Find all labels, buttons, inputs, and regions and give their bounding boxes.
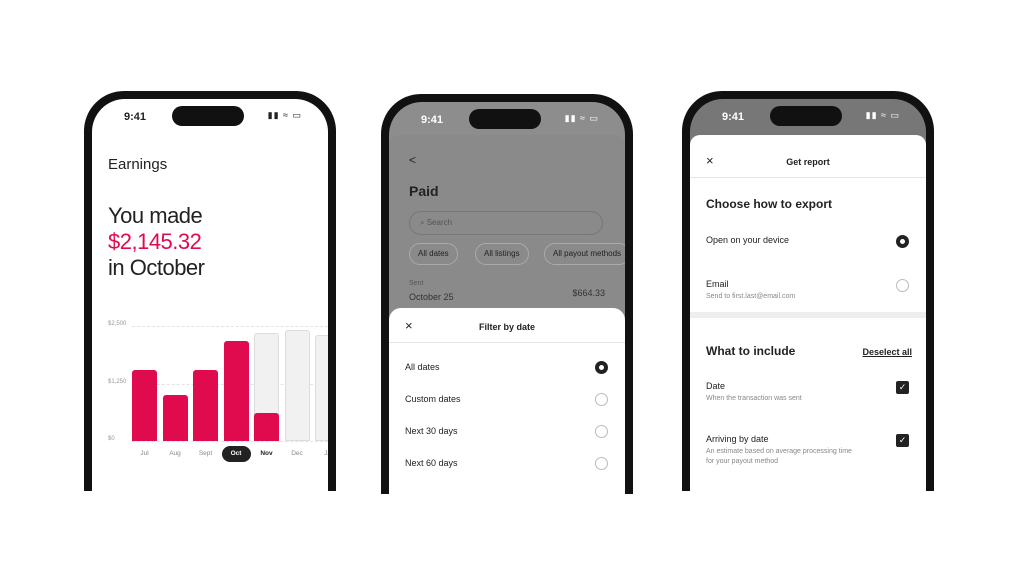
dynamic-island: [469, 109, 541, 129]
bar-column[interactable]: [162, 313, 188, 441]
include-arriving-desc2: for your payout method: [706, 458, 778, 465]
include-date-desc: When the transaction was sent: [706, 395, 802, 402]
filter-radio[interactable]: [595, 425, 608, 438]
chip-all-listings[interactable]: All listings: [475, 243, 529, 265]
section-divider: [690, 312, 926, 318]
filter-sheet: × Filter by date All dates Custom dates Ne…: [389, 308, 625, 494]
email-address: Send to first.last@email.com: [706, 293, 796, 300]
sheet-title: Get report: [786, 157, 830, 167]
x-tick-label[interactable]: Jul: [130, 446, 159, 462]
row-label: Sent: [409, 280, 424, 287]
chip-payout-methods[interactable]: All payout methods: [544, 243, 625, 265]
earnings-bar: [132, 369, 157, 441]
status-icons: ▮▮ ≈ ▭: [564, 113, 599, 123]
headline-month: in October: [108, 255, 205, 280]
status-time: 9:41: [124, 111, 147, 123]
y-tick-label: $0: [108, 436, 115, 442]
filter-option[interactable]: Custom dates: [405, 394, 461, 404]
include-arriving-desc: An estimate based on average processing …: [706, 448, 852, 455]
filter-radio[interactable]: [595, 361, 608, 374]
radio-open-device[interactable]: [896, 235, 909, 248]
bar-column[interactable]: [223, 313, 249, 441]
bar-column[interactable]: [193, 313, 218, 441]
status-icons: ▮▮ ≈ ▭: [865, 110, 900, 120]
earnings-bar: [193, 369, 218, 441]
phone-report: 9:41 ▮▮ ≈ ▭ × Get report Choose how to e…: [682, 91, 934, 491]
y-tick-label: $1,250: [108, 378, 127, 385]
x-tick-label[interactable]: Dec: [283, 446, 312, 462]
search-placeholder: Search: [426, 218, 453, 227]
x-tick-label[interactable]: Nov: [252, 446, 281, 462]
export-heading: Choose how to export: [706, 197, 832, 211]
earnings-bar: [162, 395, 188, 441]
option-email[interactable]: Email: [706, 279, 729, 289]
dynamic-island: [172, 106, 244, 126]
back-button[interactable]: <: [409, 153, 416, 167]
search-input[interactable]: ⌕ Search: [409, 211, 603, 235]
x-tick-label[interactable]: Sept: [191, 446, 220, 462]
selected-month-label[interactable]: Oct: [221, 446, 251, 462]
radio-email[interactable]: [896, 279, 909, 292]
dynamic-island: [770, 106, 842, 126]
earnings-chart: $0 $1,250 $2,500 JulAugSeptOctNovDecJa: [92, 313, 328, 463]
filter-option[interactable]: All dates: [405, 362, 440, 372]
row-date: October 25: [409, 292, 454, 302]
include-arriving: Arriving by date: [706, 434, 769, 444]
chip-all-dates[interactable]: All dates: [409, 243, 458, 265]
earnings-bar: [254, 412, 279, 441]
divider: [389, 342, 625, 343]
divider: [690, 177, 926, 178]
headline-text: You made: [108, 203, 203, 228]
filter-option[interactable]: Next 30 days: [405, 426, 458, 436]
gridline: [132, 441, 328, 442]
x-tick-label[interactable]: Aug: [161, 446, 190, 462]
include-date: Date: [706, 381, 726, 391]
bar-column[interactable]: [254, 313, 279, 441]
row-amount: $664.33: [572, 288, 605, 298]
earnings-headline: You made $2,145.32 in October: [108, 203, 205, 281]
bar-column[interactable]: [315, 313, 328, 441]
report-sheet: × Get report Choose how to export Open o…: [690, 135, 926, 491]
status-time: 9:41: [421, 114, 444, 126]
paid-screen: 9:41 ▮▮ ≈ ▭ < Paid ⌕ Search All dates Al…: [389, 102, 625, 494]
report-screen: 9:41 ▮▮ ≈ ▭ × Get report Choose how to e…: [690, 99, 926, 491]
bar-column[interactable]: [132, 313, 157, 441]
status-icons: ▮▮ ≈ ▭: [267, 110, 302, 120]
page-title: Earnings: [108, 156, 168, 173]
deselect-all-link[interactable]: Deselect all: [862, 347, 912, 357]
bar-column[interactable]: [284, 313, 310, 441]
include-heading: What to include: [706, 344, 796, 358]
phone-earnings: 9:41 ▮▮ ≈ ▭ Earnings You made $2,145.32 …: [84, 91, 336, 491]
earnings-amount: $2,145.32: [108, 229, 202, 254]
earnings-bar: [223, 341, 249, 441]
filter-radio[interactable]: [595, 393, 608, 406]
earnings-screen: 9:41 ▮▮ ≈ ▭ Earnings You made $2,145.32 …: [92, 99, 328, 491]
projected-bar: [315, 335, 328, 441]
option-open-device[interactable]: Open on your device: [706, 235, 789, 245]
status-time: 9:41: [722, 111, 745, 123]
phone-filter: 9:41 ▮▮ ≈ ▭ < Paid ⌕ Search All dates Al…: [381, 94, 633, 494]
checkbox-date[interactable]: ✓: [896, 381, 909, 394]
filter-radio[interactable]: [595, 457, 608, 470]
projected-bar: [284, 330, 310, 441]
page-title: Paid: [409, 183, 439, 199]
y-tick-label: $2,500: [108, 321, 127, 327]
sheet-title: Filter by date: [478, 322, 535, 332]
x-tick-label[interactable]: Ja: [313, 446, 328, 462]
filter-option[interactable]: Next 60 days: [405, 458, 458, 468]
checkbox-arriving[interactable]: ✓: [896, 434, 909, 447]
